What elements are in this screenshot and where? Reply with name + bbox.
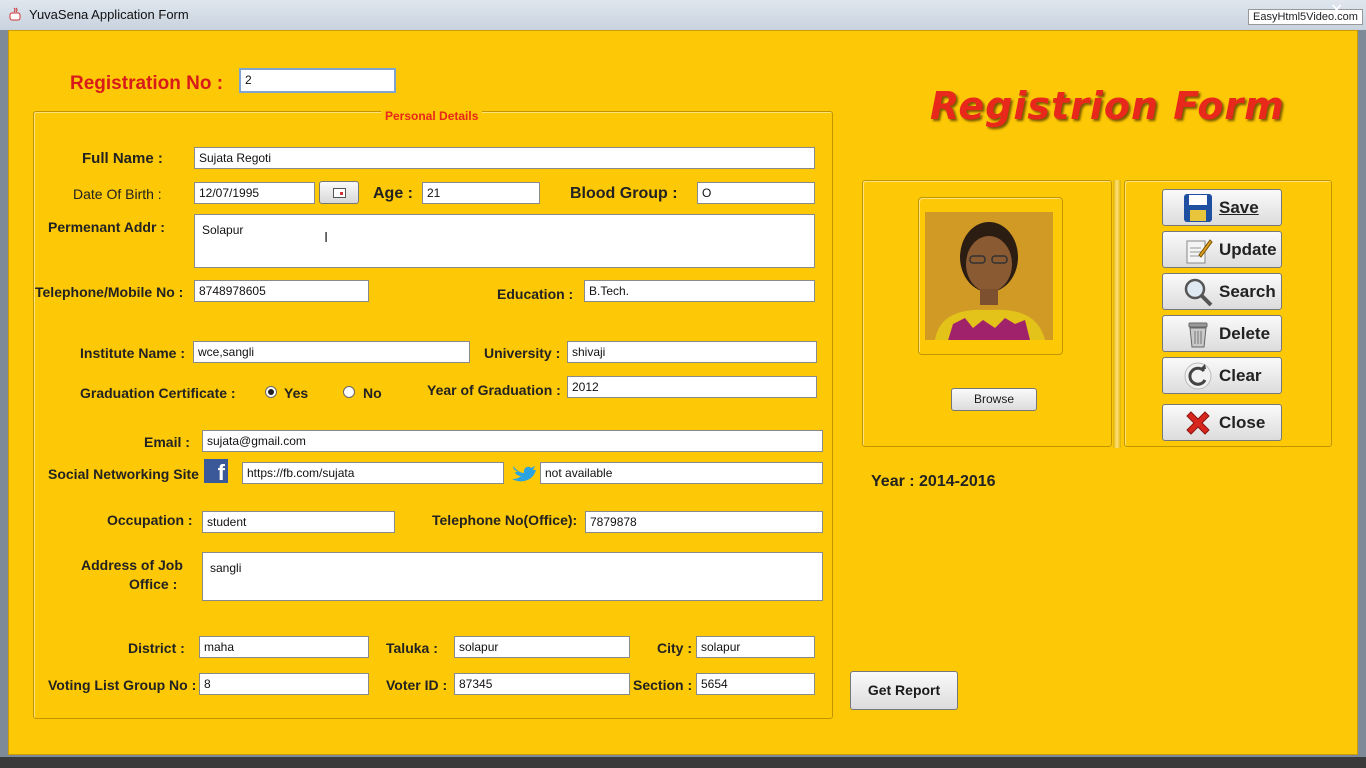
grad-cert-no-radio[interactable]	[343, 386, 355, 398]
university-label: University :	[484, 345, 561, 361]
taluka-input[interactable]: solapur	[454, 636, 630, 658]
facebook-input[interactable]: https://fb.com/sujata	[242, 462, 504, 484]
institute-label: Institute Name :	[80, 345, 186, 361]
voter-id-label: Voter ID :	[386, 677, 448, 693]
full-name-label: Full Name :	[82, 150, 163, 167]
year-text: Year : 2014-2016	[871, 473, 996, 490]
calendar-icon	[333, 188, 346, 198]
job-address-textarea[interactable]: sangli	[202, 552, 823, 601]
occupation-input[interactable]: student	[202, 511, 395, 533]
full-name-input[interactable]: Sujata Regoti	[194, 147, 815, 169]
voting-group-label: Voting List Group No :	[48, 677, 197, 693]
get-report-button[interactable]: Get Report	[850, 671, 958, 710]
twitter-input[interactable]: not available	[540, 462, 823, 484]
dob-label: Date Of Birth :	[73, 186, 162, 202]
grad-cert-yes-radio[interactable]	[265, 386, 277, 398]
date-picker-button[interactable]	[319, 181, 359, 204]
update-button[interactable]: Update	[1162, 231, 1282, 268]
trash-bin-icon	[1181, 319, 1215, 349]
grad-cert-no-label: No	[363, 385, 382, 401]
save-label: Save	[1219, 197, 1259, 217]
institute-input[interactable]: wce,sangli	[193, 341, 470, 363]
update-label: Update	[1219, 239, 1277, 259]
telephone-input[interactable]: 8748978605	[194, 280, 369, 302]
job-address-label-line2: Office :	[129, 576, 178, 592]
save-button[interactable]: Save	[1162, 189, 1282, 226]
job-address-label-line1: Address of Job	[81, 557, 183, 573]
magnifier-icon	[1181, 277, 1215, 307]
email-input[interactable]: sujata@gmail.com	[202, 430, 823, 452]
email-label: Email :	[144, 434, 190, 450]
social-label: Social Networking Site	[48, 466, 199, 482]
watermark: EasyHtml5Video.com	[1248, 9, 1363, 25]
form-heading: Registrion Form	[930, 84, 1285, 128]
section-label: Section :	[633, 677, 693, 693]
age-label: Age :	[373, 185, 413, 202]
clear-button[interactable]: Clear	[1162, 357, 1282, 394]
occupation-label: Occupation :	[107, 512, 193, 528]
university-input[interactable]: shivaji	[567, 341, 817, 363]
facebook-icon: f	[204, 459, 228, 483]
office-phone-input[interactable]: 7879878	[585, 511, 823, 533]
district-label: District :	[128, 640, 185, 656]
delete-button[interactable]: Delete	[1162, 315, 1282, 352]
edit-document-icon	[1181, 235, 1215, 265]
taluka-label: Taluka :	[386, 640, 438, 656]
year-grad-label: Year of Graduation :	[427, 382, 561, 398]
close-button[interactable]: Close	[1162, 404, 1282, 441]
section-input[interactable]: 5654	[696, 673, 815, 695]
address-textarea[interactable]: Solapur	[194, 214, 815, 268]
browse-button[interactable]: Browse	[951, 388, 1037, 411]
address-label: Permenant Addr :	[48, 219, 165, 235]
window-title: YuvaSena Application Form	[29, 7, 189, 22]
blood-group-input[interactable]: O	[697, 182, 815, 204]
year-grad-input[interactable]: 2012	[567, 376, 817, 398]
group-title: Personal Details	[381, 109, 483, 123]
search-label: Search	[1219, 281, 1276, 301]
title-bar: YuvaSena Application Form EasyHtml5Video…	[0, 0, 1366, 30]
delete-label: Delete	[1219, 323, 1271, 343]
taskbar-strip	[0, 757, 1366, 768]
education-label: Education :	[497, 286, 574, 302]
refresh-arrow-icon	[1181, 361, 1215, 391]
district-input[interactable]: maha	[199, 636, 369, 658]
clear-label: Clear	[1219, 365, 1262, 385]
window-close-icon[interactable]: ✕	[1330, 0, 1343, 20]
floppy-disk-icon	[1181, 193, 1215, 223]
grad-cert-yes-label: Yes	[284, 385, 309, 401]
city-input[interactable]: solapur	[696, 636, 815, 658]
profile-photo	[925, 212, 1053, 340]
voter-id-input[interactable]: 87345	[454, 673, 630, 695]
registration-input[interactable]: 2	[239, 68, 396, 93]
red-x-icon	[1181, 408, 1215, 438]
voting-group-input[interactable]: 8	[199, 673, 369, 695]
education-input[interactable]: B.Tech.	[584, 280, 815, 302]
dob-input[interactable]: 12/07/1995	[194, 182, 315, 204]
registration-label: Registration No :	[70, 73, 224, 94]
telephone-label: Telephone/Mobile No :	[35, 284, 184, 300]
search-button[interactable]: Search	[1162, 273, 1282, 310]
office-phone-label: Telephone No(Office):	[432, 512, 578, 528]
grad-cert-label: Graduation Certificate :	[80, 385, 236, 401]
close-label: Close	[1219, 412, 1266, 432]
blood-group-label: Blood Group :	[570, 185, 678, 202]
twitter-icon	[512, 466, 536, 482]
split-divider[interactable]	[1113, 180, 1121, 448]
java-app-icon	[9, 7, 21, 21]
text-cursor-icon: I	[324, 229, 329, 246]
age-input[interactable]: 21	[422, 182, 540, 204]
city-label: City :	[657, 640, 692, 656]
